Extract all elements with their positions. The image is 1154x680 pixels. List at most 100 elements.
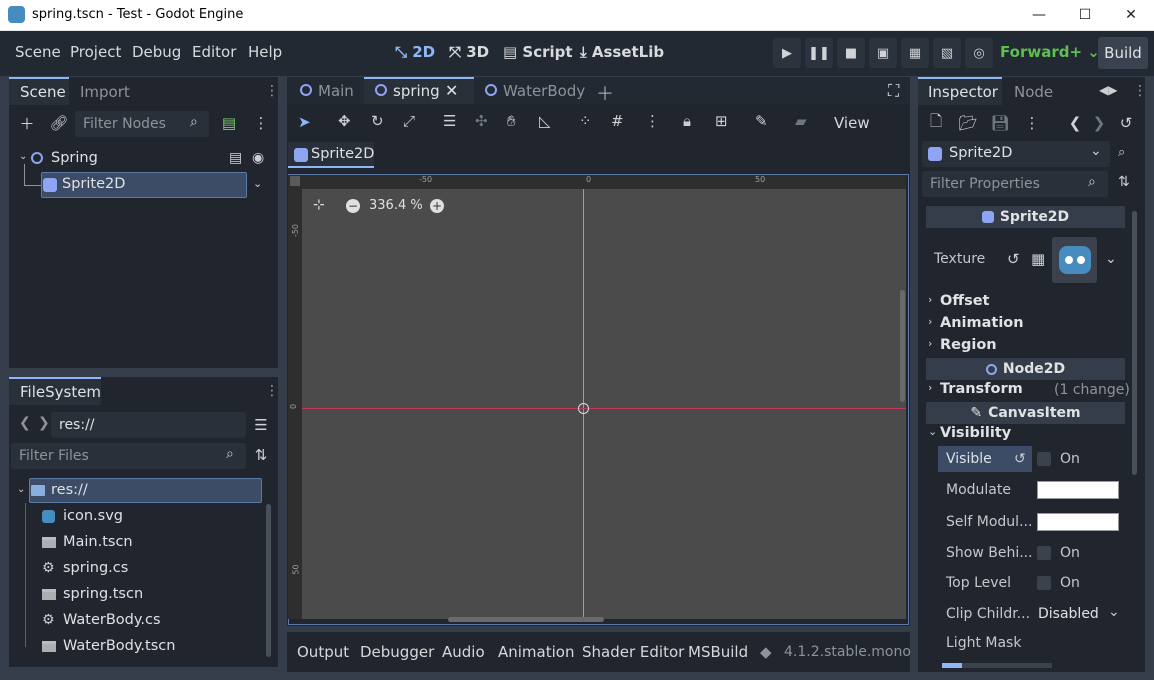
play-scene-button[interactable]: ▦	[901, 38, 929, 68]
modulate-color-picker[interactable]	[1037, 481, 1119, 499]
file-item-icon-svg[interactable]: icon.svg	[63, 508, 123, 524]
filter-properties-input[interactable]: Filter Properties	[922, 171, 1108, 197]
ruler-mode-icon[interactable]: ◺	[539, 112, 551, 130]
pivot-icon[interactable]: ✣	[475, 112, 488, 130]
group-icon[interactable]: ⊞	[715, 112, 728, 130]
workspace-3d-button[interactable]: ⤧ 3D	[449, 43, 489, 61]
show-behind-checkbox[interactable]	[1037, 546, 1051, 560]
bottom-tab-output[interactable]: Output	[297, 643, 349, 661]
version-label[interactable]: 4.1.2.stable.mono	[784, 644, 911, 660]
menu-debug[interactable]: Debug	[132, 43, 181, 61]
chevron-down-icon[interactable]: ⌄	[253, 177, 262, 190]
bottom-tab-audio[interactable]: Audio	[442, 643, 485, 661]
view-menu[interactable]: View	[834, 114, 870, 132]
scene-tab-main[interactable]: Main	[318, 82, 354, 100]
toggle-split-mode-button[interactable]: ☰	[249, 413, 273, 437]
back-icon[interactable]: ❮	[19, 415, 31, 431]
texture-preview[interactable]	[1052, 237, 1097, 283]
zoom-in-icon[interactable]: +	[430, 199, 444, 213]
minimize-button[interactable]: —	[1016, 0, 1062, 30]
lock-icon[interactable]: 🔒︎	[683, 112, 691, 130]
workspace-2d-button[interactable]: ⤡ 2D	[395, 43, 435, 61]
select-mode-icon[interactable]: ➤	[298, 113, 311, 131]
file-item-waterbody-tscn[interactable]: WaterBody.tscn	[63, 638, 175, 654]
file-item-waterbody-cs[interactable]: WaterBody.cs	[63, 612, 161, 628]
play-button[interactable]: ▶	[773, 38, 801, 68]
pan-hand-icon[interactable]: ✋︎	[507, 112, 516, 130]
revert-icon[interactable]: ↺	[1007, 250, 1020, 268]
visible-checkbox[interactable]	[1037, 452, 1051, 466]
camera-override-icon[interactable]: ▰	[795, 112, 807, 130]
add-node-button[interactable]: ＋	[15, 111, 39, 135]
filter-files-input[interactable]: Filter Files	[11, 443, 246, 469]
center-view-icon[interactable]: ⊹	[313, 197, 325, 213]
list-select-icon[interactable]: ☰	[443, 112, 456, 130]
vertical-scrollbar[interactable]	[900, 290, 905, 402]
texture-checker-icon[interactable]: ▦	[1031, 250, 1045, 268]
bone-icon[interactable]: ✎	[755, 112, 768, 130]
clip-children-select[interactable]: Disabled	[1038, 606, 1099, 622]
filter-nodes-input[interactable]: Filter Nodes	[75, 111, 209, 137]
bottom-tab-msbuild[interactable]: MSBuild	[688, 643, 748, 661]
add-tab-icon[interactable]: ＋	[596, 80, 614, 106]
close-window-button[interactable]: ✕	[1108, 0, 1154, 30]
new-resource-button[interactable]: 🗋︎	[924, 111, 948, 135]
history-forward-button[interactable]: ❯	[1087, 111, 1111, 135]
collapse-arrow-icon[interactable]: ⌄	[17, 484, 25, 495]
stop-button[interactable]: ■	[837, 38, 865, 68]
scale-mode-icon[interactable]: ⤢	[403, 112, 415, 130]
workspace-assetlib-button[interactable]: ⤓ AssetLib	[580, 43, 664, 61]
chevron-down-icon[interactable]: ⌄	[1105, 251, 1117, 267]
bottom-tab-shader-editor[interactable]: Shader Editor	[582, 643, 684, 661]
rotate-mode-icon[interactable]: ↻	[371, 112, 384, 130]
top-level-checkbox[interactable]	[1037, 576, 1051, 590]
save-resource-button[interactable]: 💾︎	[988, 111, 1012, 135]
instance-scene-button[interactable]: 🔗︎	[47, 111, 71, 135]
tab-node[interactable]: Node	[1014, 83, 1053, 101]
tab-import[interactable]: Import	[80, 83, 130, 101]
bottom-tab-animation[interactable]: Animation	[498, 643, 574, 661]
zoom-level[interactable]: 336.4 %	[369, 198, 423, 213]
menu-project[interactable]: Project	[70, 43, 121, 61]
viewport-canvas[interactable]	[302, 189, 906, 619]
sort-files-button[interactable]: ⇅	[249, 443, 273, 467]
dock-left-icon[interactable]: ◀▶	[1099, 83, 1117, 97]
file-item-spring-cs[interactable]: spring.cs	[63, 560, 128, 576]
property-options-icon[interactable]: ⇅	[1118, 174, 1130, 190]
move-mode-icon[interactable]: ✥	[338, 112, 351, 130]
group-transform[interactable]: Transform	[940, 381, 1023, 397]
dock-menu-icon[interactable]: ⋮	[265, 83, 279, 99]
grid-snap-icon[interactable]: #	[611, 112, 624, 130]
history-button[interactable]: ↺	[1114, 111, 1138, 135]
attach-script-button[interactable]: ▤	[217, 111, 241, 135]
collapse-arrow-icon[interactable]: ⌄	[19, 151, 27, 162]
renderer-select[interactable]: Forward+ ⌄	[1000, 43, 1100, 61]
group-region[interactable]: Region	[940, 337, 997, 353]
maximize-button[interactable]: ☐	[1062, 0, 1108, 30]
group-offset[interactable]: Offset	[940, 293, 989, 309]
inspector-scrollbar[interactable]	[1132, 211, 1137, 475]
script-icon[interactable]: ▤	[229, 150, 242, 166]
forward-icon[interactable]: ❯	[38, 415, 50, 431]
file-item-main-tscn[interactable]: Main.tscn	[63, 534, 133, 550]
light-mask-layer-1[interactable]	[942, 663, 962, 668]
revert-icon[interactable]: ↺	[1014, 451, 1026, 467]
menu-editor[interactable]: Editor	[192, 43, 236, 61]
scene-tree-menu-button[interactable]: ⋮	[249, 111, 273, 135]
bottom-tab-debugger[interactable]: Debugger	[360, 643, 434, 661]
visibility-eye-icon[interactable]: ◉	[252, 150, 264, 166]
file-item-spring-tscn[interactable]: spring.tscn	[63, 586, 143, 602]
snap-options-icon[interactable]: ⋮	[645, 112, 660, 130]
zoom-out-icon[interactable]: −	[346, 199, 360, 213]
scrollbar[interactable]	[266, 504, 271, 657]
tree-item-spring[interactable]: Spring	[51, 150, 98, 166]
movie-maker-button[interactable]: ◎	[965, 38, 993, 68]
workspace-script-button[interactable]: ▤ Script	[503, 43, 573, 61]
distraction-free-icon[interactable]: ⛶	[888, 81, 899, 101]
resource-menu-button[interactable]: ⋮	[1020, 111, 1044, 135]
dock-menu-icon[interactable]: ⋮	[1133, 83, 1147, 99]
path-field[interactable]: res://	[51, 412, 246, 438]
close-tab-icon[interactable]: ✕	[445, 81, 458, 100]
scene-tab-waterbody[interactable]: WaterBody	[503, 82, 585, 100]
horizontal-scrollbar[interactable]	[448, 617, 604, 622]
